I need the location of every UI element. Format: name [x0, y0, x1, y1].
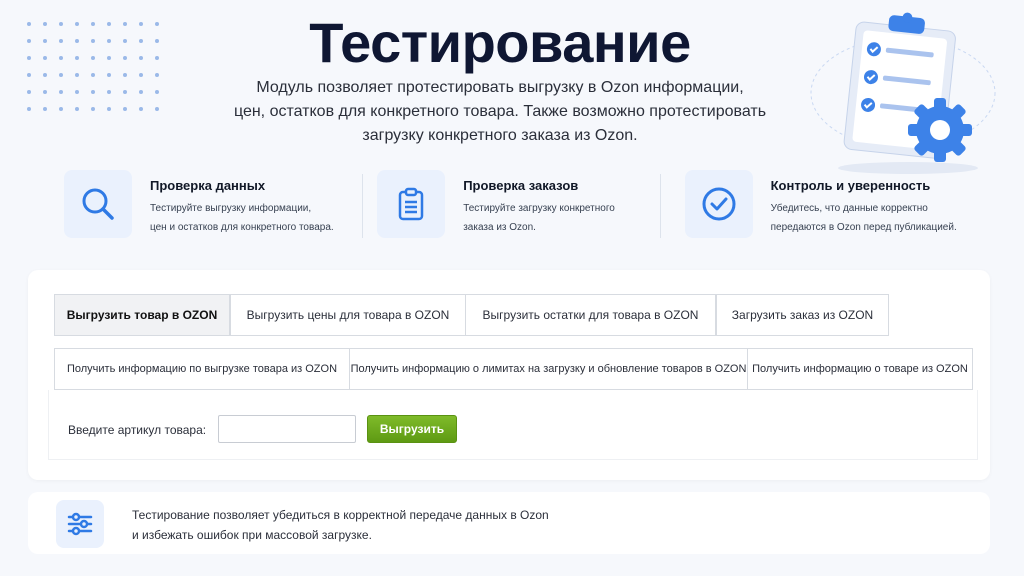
feature-title: Проверка данных — [150, 178, 266, 193]
note-text: Тестирование позволяет убедиться в корре… — [132, 505, 549, 545]
feature-description: Тестируйте выгрузку информации, цен и ос… — [150, 199, 334, 237]
tab-limits-info[interactable]: Получить информацию о лимитах на загрузк… — [349, 348, 748, 390]
features-row: Проверка данных Тестируйте выгрузку инфо… — [56, 170, 976, 246]
divider — [362, 174, 363, 238]
search-icon — [64, 170, 132, 238]
note-line: и избежать ошибок при массовой загрузке. — [132, 528, 372, 542]
upload-button[interactable]: Выгрузить — [367, 415, 457, 443]
feature-description-line: передаются в Ozon перед публикацией. — [770, 222, 957, 233]
feature-description-line: заказа из Ozon. — [463, 222, 536, 233]
article-input[interactable] — [218, 415, 356, 443]
tab-upload-product[interactable]: Выгрузить товар в OZON — [54, 294, 230, 336]
feature-data-check: Проверка данных Тестируйте выгрузку инфо… — [64, 170, 361, 246]
testing-panel: Выгрузить товар в OZON Выгрузить цены дл… — [28, 270, 990, 480]
sliders-icon — [56, 500, 104, 548]
feature-control: Контроль и уверенность Убедитесь, что да… — [684, 170, 976, 246]
description-line: цен, остатков для конкретного товара. Та… — [233, 103, 767, 120]
feature-description: Убедитесь, что данные корректно передают… — [771, 199, 957, 237]
tab-upload-stocks[interactable]: Выгрузить остатки для товара в OZON — [465, 294, 716, 336]
feature-description-line: Тестируйте загрузку конкретного — [463, 203, 615, 214]
divider — [660, 174, 661, 238]
feature-order-check: Проверка заказов Тестируйте загрузку кон… — [377, 170, 666, 246]
info-note: Тестирование позволяет убедиться в корре… — [28, 492, 990, 554]
note-line: Тестирование позволяет убедиться в корре… — [132, 508, 549, 522]
feature-title: Контроль и уверенность — [770, 178, 931, 193]
check-circle-icon — [684, 170, 753, 238]
feature-description-line: Тестируйте выгрузку информации, — [150, 203, 312, 214]
feature-description: Тестируйте загрузку конкретного заказа и… — [463, 199, 615, 237]
clipboard-icon — [377, 170, 446, 238]
feature-title: Проверка заказов — [463, 178, 579, 193]
tab-product-upload-info[interactable]: Получить информацию по выгрузке товара и… — [54, 348, 350, 390]
tab-product-info[interactable]: Получить информацию о товаре из OZON — [747, 348, 973, 390]
clipboard-gear-illustration — [808, 8, 1008, 178]
article-label: Введите артикул товара: — [68, 423, 207, 437]
description-line: загрузку конкретного заказа из Ozon. — [362, 127, 638, 144]
tab-upload-prices[interactable]: Выгрузить цены для товара в OZON — [230, 294, 466, 336]
description-line: Модуль позволяет протестировать выгрузку… — [256, 79, 744, 96]
feature-description-line: Убедитесь, что данные корректно — [770, 203, 928, 214]
feature-description-line: цен и остатков для конкретного товара. — [150, 222, 334, 233]
tab-load-order[interactable]: Загрузить заказ из OZON — [716, 294, 889, 336]
page-description: Модуль позволяет протестировать выгрузку… — [200, 76, 800, 148]
